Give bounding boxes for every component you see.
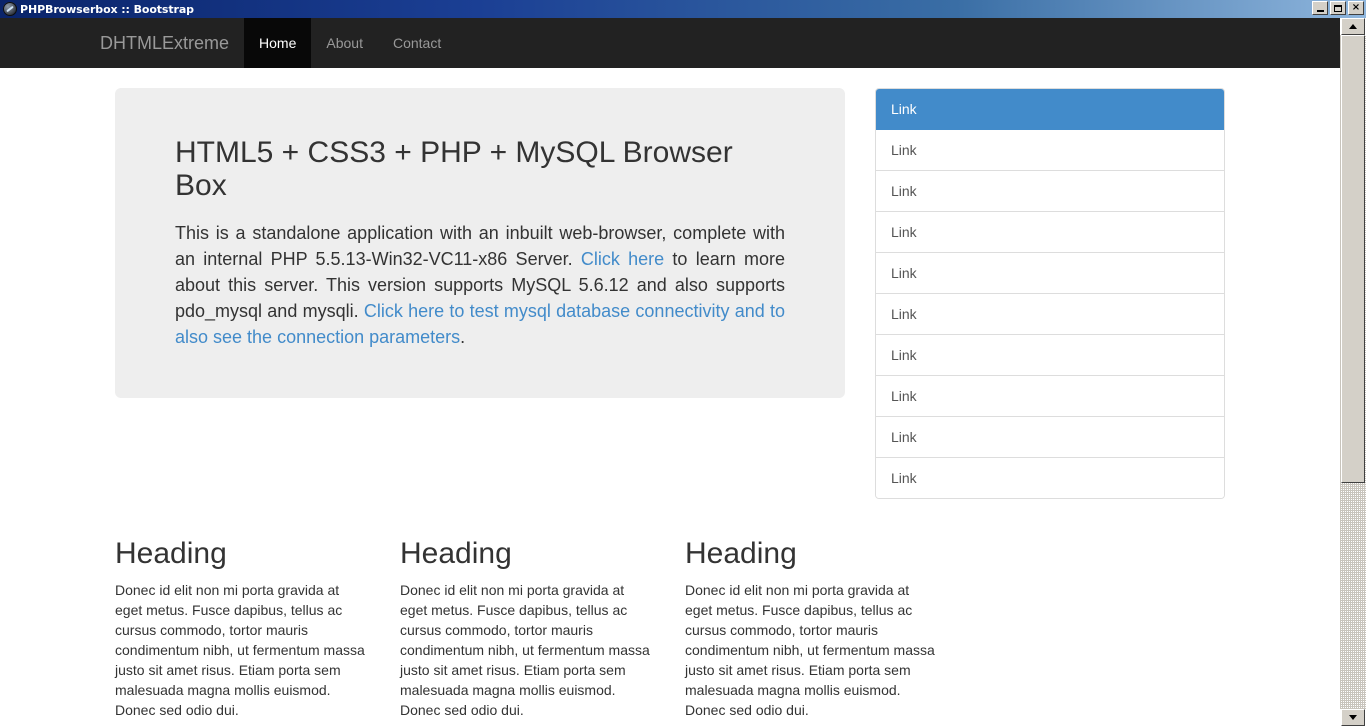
sidebar-item-link-3[interactable]: Link <box>876 171 1224 212</box>
nav-item-contact[interactable]: Contact <box>378 18 456 68</box>
feature-card-2: Heading Donec id elit non mi porta gravi… <box>385 537 670 726</box>
minimize-button[interactable] <box>1312 1 1328 15</box>
close-icon: × <box>1352 3 1360 13</box>
sidebar-item-link-8[interactable]: Link <box>876 376 1224 417</box>
sidebar-item-link-4[interactable]: Link <box>876 212 1224 253</box>
nav-link-contact[interactable]: Contact <box>378 18 456 68</box>
nav-item-home[interactable]: Home <box>244 18 311 68</box>
restore-icon <box>1334 5 1342 12</box>
vertical-scrollbar[interactable] <box>1340 18 1366 726</box>
nav-link-about[interactable]: About <box>311 18 378 68</box>
sidebar-item-link-5[interactable]: Link <box>876 253 1224 294</box>
page-container: HTML5 + CSS3 + PHP + MySQL Browser Box T… <box>100 68 1240 726</box>
navbar-brand[interactable]: DHTMLExtreme <box>85 18 244 68</box>
feature-heading: Heading <box>685 537 940 570</box>
feature-body: Donec id elit non mi porta gravida at eg… <box>400 580 655 720</box>
feature-body: Donec id elit non mi porta gravida at eg… <box>115 580 370 720</box>
window-controls: × <box>1312 1 1364 15</box>
nav-item-about[interactable]: About <box>311 18 378 68</box>
jumbotron-link-php-server[interactable]: Click here <box>581 249 664 269</box>
scroll-up-button[interactable] <box>1341 18 1365 35</box>
browser-viewport: DHTMLExtreme Home About Contact <box>0 18 1366 726</box>
sidebar-item-link-7[interactable]: Link <box>876 335 1224 376</box>
minimize-icon <box>1317 10 1324 12</box>
jumbotron-paragraph: This is a standalone application with an… <box>175 220 785 350</box>
main-row: HTML5 + CSS3 + PHP + MySQL Browser Box T… <box>100 68 1240 499</box>
scroll-down-arrow-icon <box>1349 715 1357 720</box>
navbar-inner: DHTMLExtreme Home About Contact <box>85 18 1255 68</box>
feature-heading: Heading <box>400 537 655 570</box>
web-page: DHTMLExtreme Home About Contact <box>0 18 1340 726</box>
features-row-1: Heading Donec id elit non mi porta gravi… <box>100 537 1240 726</box>
feature-heading: Heading <box>115 537 370 570</box>
window-title: PHPBrowserbox :: Bootstrap <box>20 3 194 16</box>
scroll-up-arrow-icon <box>1349 24 1357 29</box>
sidebar-list-group: Link Link Link Link Link Link Link Link … <box>875 88 1225 499</box>
sidebar-item-link-6[interactable]: Link <box>876 294 1224 335</box>
sidebar-column: Link Link Link Link Link Link Link Link … <box>860 68 1240 499</box>
sidebar-item-link-2[interactable]: Link <box>876 130 1224 171</box>
browser-globe-icon <box>3 2 17 16</box>
sidebar-item-link-10[interactable]: Link <box>876 458 1224 498</box>
scroll-down-button[interactable] <box>1341 709 1365 726</box>
nav-link-home[interactable]: Home <box>244 18 311 68</box>
feature-card-3: Heading Donec id elit non mi porta gravi… <box>670 537 955 726</box>
page-title: HTML5 + CSS3 + PHP + MySQL Browser Box <box>175 136 785 202</box>
navbar-nav: Home About Contact <box>244 18 456 68</box>
jumbotron-column: HTML5 + CSS3 + PHP + MySQL Browser Box T… <box>100 68 860 499</box>
feature-card-1: Heading Donec id elit non mi porta gravi… <box>100 537 385 726</box>
title-bar: PHPBrowserbox :: Bootstrap × <box>0 0 1366 18</box>
feature-body: Donec id elit non mi porta gravida at eg… <box>685 580 940 720</box>
scrollbar-thumb[interactable] <box>1341 35 1365 483</box>
jumbotron-text-part3: . <box>460 327 465 347</box>
navbar: DHTMLExtreme Home About Contact <box>0 18 1340 68</box>
sidebar-item-link-9[interactable]: Link <box>876 417 1224 458</box>
restore-button[interactable] <box>1330 1 1346 15</box>
sidebar-item-link-1[interactable]: Link <box>876 89 1224 130</box>
application-window: PHPBrowserbox :: Bootstrap × DHTMLExtrem… <box>0 0 1366 726</box>
close-button[interactable]: × <box>1348 1 1364 15</box>
jumbotron: HTML5 + CSS3 + PHP + MySQL Browser Box T… <box>115 88 845 398</box>
